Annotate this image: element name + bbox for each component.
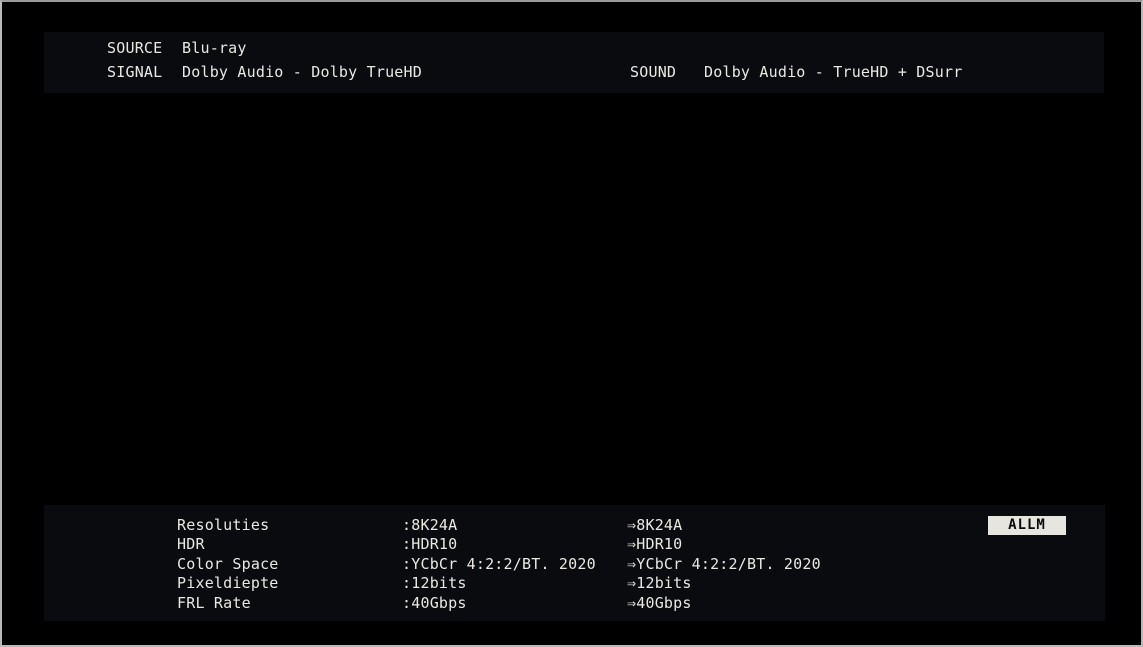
sound-value: Dolby Audio - TrueHD + DSurr xyxy=(704,64,962,81)
video-info-label: Color Space xyxy=(177,556,279,573)
video-info-output: ⇒40Gbps xyxy=(627,595,692,612)
video-info-input: :12bits xyxy=(402,575,467,592)
video-info-output: ⇒YCbCr 4:2:2/BT. 2020 xyxy=(627,556,821,573)
video-info-label: HDR xyxy=(177,536,205,553)
video-info-output: ⇒HDR10 xyxy=(627,536,682,553)
source-label: SOURCE xyxy=(107,40,162,57)
source-value: Blu-ray xyxy=(182,40,247,57)
osd-screen: SOURCE Blu-ray SIGNAL Dolby Audio - Dolb… xyxy=(0,0,1143,647)
signal-value: Dolby Audio - Dolby TrueHD xyxy=(182,64,422,81)
video-info-label: Resoluties xyxy=(177,517,269,534)
video-info-input: :HDR10 xyxy=(402,536,457,553)
video-info-label: FRL Rate xyxy=(177,595,251,612)
video-info-output: ⇒12bits xyxy=(627,575,692,592)
video-info-output: ⇒8K24A xyxy=(627,517,682,534)
allm-status-badge: ALLM xyxy=(988,516,1066,535)
video-info-input: :YCbCr 4:2:2/BT. 2020 xyxy=(402,556,596,573)
video-info-panel: Resoluties :8K24A ⇒8K24A HDR :HDR10 ⇒HDR… xyxy=(44,505,1105,621)
sound-label: SOUND xyxy=(630,64,676,81)
video-info-input: :8K24A xyxy=(402,517,457,534)
signal-label: SIGNAL xyxy=(107,64,162,81)
video-info-label: Pixeldiepte xyxy=(177,575,279,592)
status-bar: SOURCE Blu-ray SIGNAL Dolby Audio - Dolb… xyxy=(44,32,1104,93)
video-info-input: :40Gbps xyxy=(402,595,467,612)
